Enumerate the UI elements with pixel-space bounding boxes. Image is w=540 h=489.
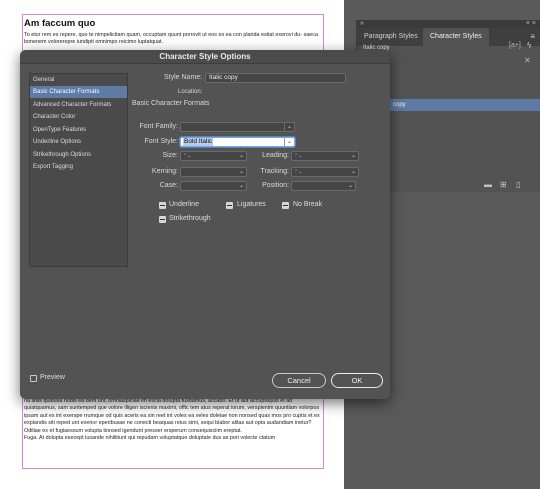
font-family-dropdown[interactable]: ⌄ bbox=[180, 122, 295, 132]
preview-label: Preview bbox=[40, 374, 65, 381]
trash-icon[interactable]: ▯ bbox=[516, 180, 520, 189]
quick-apply-icon[interactable]: ϟ bbox=[527, 41, 531, 50]
tracking-input[interactable]: ⌃⌄ ⌄ bbox=[291, 167, 359, 177]
clear-overrides-icon[interactable]: ✕ bbox=[524, 56, 531, 65]
kerning-label: Kerning: bbox=[151, 168, 178, 175]
document-paragraph-bottom: ria sitiis quibusa nobis ea derit unt, o… bbox=[24, 398, 322, 442]
document-heading: Am faccum quo bbox=[24, 18, 96, 29]
character-style-options-dialog: Character Style Options General Basic Ch… bbox=[20, 50, 390, 399]
font-style-value: Bold Italic bbox=[183, 138, 214, 146]
chevron-down-icon: ⌄ bbox=[350, 169, 356, 175]
style-name-input[interactable]: Italic copy bbox=[205, 73, 346, 83]
leading-label: Leading: bbox=[262, 152, 289, 159]
style-name-label: Style Name: bbox=[164, 74, 203, 81]
category-list: General Basic Character Formats Advanced… bbox=[29, 73, 128, 267]
no-break-checkbox[interactable] bbox=[282, 202, 289, 209]
stepper-icon[interactable]: ⌃⌄ bbox=[294, 152, 302, 160]
chevron-down-icon: ⌄ bbox=[238, 153, 244, 159]
location-label: Location: bbox=[178, 89, 203, 95]
stepper-icon[interactable]: ⌃⌄ bbox=[294, 168, 302, 176]
category-opentype-features[interactable]: OpenType Features bbox=[30, 124, 127, 136]
document-paragraph-bottom-2: Odiliae ex et fugiaessum volupta tionsed… bbox=[24, 427, 242, 434]
kerning-dropdown[interactable]: ⌄ bbox=[180, 167, 247, 177]
case-label: Case: bbox=[159, 182, 178, 189]
chevron-down-icon: ⌄ bbox=[347, 183, 353, 189]
font-family-label: Font Family: bbox=[139, 123, 178, 130]
leading-input[interactable]: ⌃⌄ ⌄ bbox=[291, 151, 359, 161]
ok-button[interactable]: OK bbox=[331, 373, 383, 388]
document-paragraph-top: To etur rem es repere, quo te nimpelicti… bbox=[24, 32, 318, 46]
ligatures-label: Ligatures bbox=[237, 201, 266, 208]
new-style-group-icon[interactable]: [a+] bbox=[509, 42, 521, 49]
strikethrough-checkbox[interactable] bbox=[159, 216, 166, 223]
case-dropdown[interactable]: ⌄ bbox=[180, 181, 247, 191]
chevron-down-icon: ⌄ bbox=[350, 153, 356, 159]
section-title: Basic Character Formats bbox=[132, 100, 210, 107]
panel-topbar: » × × bbox=[357, 20, 540, 28]
font-style-label: Font Style: bbox=[144, 138, 178, 145]
category-underline-options[interactable]: Underline Options bbox=[30, 136, 127, 148]
tracking-label: Tracking: bbox=[260, 168, 289, 175]
chevron-down-icon: ⌄ bbox=[238, 183, 244, 189]
category-character-color[interactable]: Character Color bbox=[30, 111, 127, 123]
collapse-icon[interactable]: » bbox=[360, 19, 364, 28]
chevron-down-icon: ⌄ bbox=[286, 124, 292, 130]
tab-paragraph-styles[interactable]: Paragraph Styles bbox=[357, 28, 425, 46]
dialog-title: Character Style Options bbox=[20, 50, 390, 64]
font-style-dropdown[interactable]: Bold Italic ⌄ bbox=[180, 137, 295, 147]
underline-label: Underline bbox=[169, 201, 199, 208]
document-paragraph-bottom-3: Fuga. At dolupta esecept iusande nihilit… bbox=[24, 435, 276, 442]
cancel-button[interactable]: Cancel bbox=[272, 373, 326, 388]
size-label: Size: bbox=[162, 152, 178, 159]
category-basic-character-formats[interactable]: Basic Character Formats bbox=[30, 86, 127, 98]
no-break-label: No Break bbox=[293, 201, 323, 208]
folder-icon[interactable]: ▬ bbox=[484, 180, 492, 189]
selected-style-row[interactable]: copy bbox=[385, 99, 540, 111]
category-strikethrough-options[interactable]: Strikethrough Options bbox=[30, 149, 127, 161]
stepper-icon[interactable]: ⌃⌄ bbox=[183, 152, 191, 160]
tab-character-styles[interactable]: Character Styles bbox=[423, 28, 489, 46]
strikethrough-label: Strikethrough bbox=[169, 215, 211, 222]
document-paragraph-bottom-1: ria sitiis quibusa nobis ea derit unt, o… bbox=[24, 398, 320, 427]
underline-checkbox[interactable] bbox=[159, 202, 166, 209]
chevron-down-icon: ⌄ bbox=[238, 169, 244, 175]
category-general[interactable]: General bbox=[30, 74, 127, 86]
position-dropdown[interactable]: ⌄ bbox=[291, 181, 356, 191]
chevron-down-icon: ⌄ bbox=[286, 139, 292, 145]
position-label: Position: bbox=[262, 182, 289, 189]
close-icon[interactable]: × × bbox=[526, 19, 536, 28]
new-style-icon[interactable]: ⊞ bbox=[500, 180, 507, 189]
ligatures-checkbox[interactable] bbox=[226, 202, 233, 209]
category-export-tagging[interactable]: Export Tagging bbox=[30, 161, 127, 173]
preview-checkbox[interactable] bbox=[30, 375, 37, 382]
category-advanced-character-formats[interactable]: Advanced Character Formats bbox=[30, 99, 127, 111]
size-input[interactable]: ⌃⌄ ⌄ bbox=[180, 151, 247, 161]
